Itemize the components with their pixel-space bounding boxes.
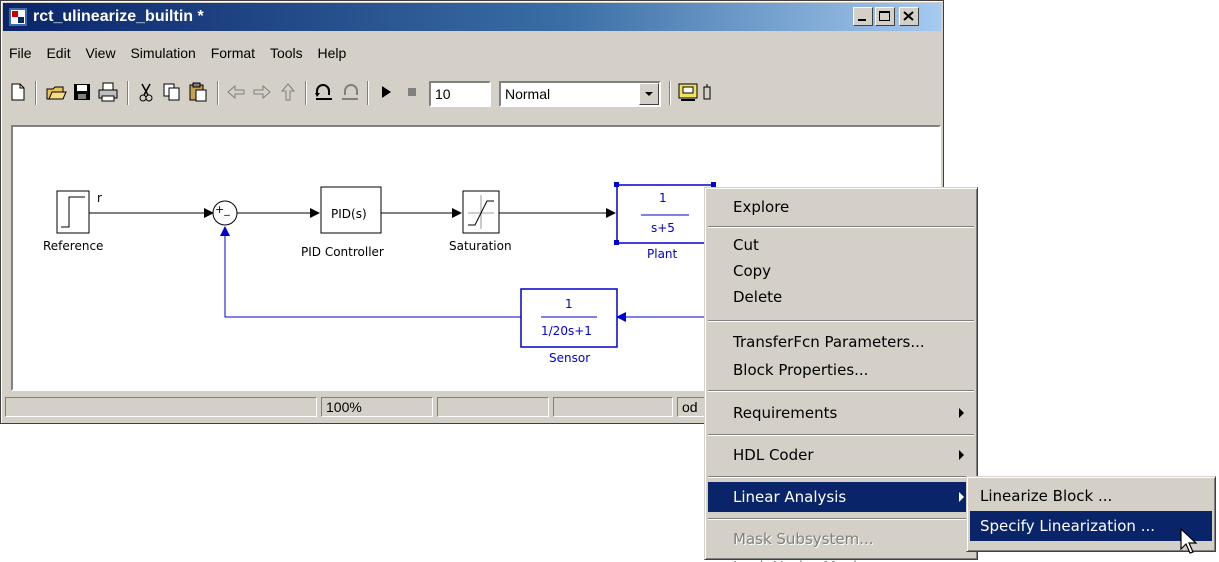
- menu-edit[interactable]: Edit: [46, 45, 70, 61]
- chevron-down-icon[interactable]: [639, 83, 659, 105]
- back-arrow-icon[interactable]: [225, 81, 247, 103]
- status-panel-blank: [553, 397, 673, 417]
- minimize-icon: [858, 19, 866, 21]
- menu-item-block-properties[interactable]: Block Properties...: [708, 356, 974, 384]
- print-icon[interactable]: [97, 81, 119, 103]
- start-simulation-icon[interactable]: [375, 81, 397, 103]
- copy-icon[interactable]: [161, 81, 183, 103]
- sum-signs: +_: [215, 203, 230, 216]
- sensor-label: Sensor: [549, 351, 591, 365]
- menu-item-specify-linearization[interactable]: Specify Linearization ...: [970, 511, 1212, 541]
- saturation-block[interactable]: [462, 190, 500, 234]
- menu-item-look-under-mask[interactable]: Look Under Mask: [708, 552, 974, 562]
- menu-separator: [708, 518, 974, 520]
- paste-icon[interactable]: [187, 81, 209, 103]
- redo-icon[interactable]: [339, 81, 361, 103]
- cut-icon[interactable]: [135, 81, 157, 103]
- close-icon: [903, 11, 914, 21]
- minimize-button[interactable]: [853, 7, 873, 26]
- status-zoom: 100%: [321, 397, 433, 417]
- menu-item-hdl-coder[interactable]: HDL Coder: [708, 440, 974, 470]
- menu-item-cut[interactable]: Cut: [708, 232, 974, 258]
- simulation-mode-value: Normal: [505, 86, 551, 102]
- menu-format[interactable]: Format: [211, 45, 255, 61]
- menu-item-mask-subsystem[interactable]: Mask Subsystem...: [708, 524, 974, 554]
- menu-view[interactable]: View: [85, 45, 115, 61]
- toolbar-separator: [35, 81, 37, 105]
- menu-file[interactable]: File: [9, 45, 32, 61]
- menu-separator: [708, 476, 974, 478]
- menu-item-linearize-block[interactable]: Linearize Block ...: [970, 481, 1212, 511]
- menu-separator: [708, 226, 974, 228]
- sensor-denominator: 1/20s+1: [541, 324, 592, 338]
- reference-label: Reference: [43, 239, 104, 253]
- undo-icon[interactable]: [313, 81, 335, 103]
- library-browser-icon[interactable]: [677, 81, 699, 103]
- linear-analysis-submenu: Linearize Block ... Specify Linearizatio…: [966, 476, 1216, 552]
- saturation-label: Saturation: [449, 239, 512, 253]
- simulink-app-icon: [9, 8, 27, 26]
- title-bar[interactable]: rct_ulinearize_builtin *: [3, 3, 941, 31]
- menu-item-explore[interactable]: Explore: [708, 192, 974, 222]
- stop-simulation-icon[interactable]: [401, 81, 423, 103]
- menu-item-requirements[interactable]: Requirements: [708, 398, 974, 428]
- signal-label-r: r: [97, 191, 102, 205]
- menu-tools[interactable]: Tools: [270, 45, 303, 61]
- plant-numerator: 1: [659, 191, 667, 205]
- up-arrow-icon[interactable]: [277, 81, 299, 103]
- pid-controller-label: PID Controller: [301, 245, 384, 259]
- status-panel-message: [5, 397, 317, 417]
- toolbar: 10 Normal: [5, 77, 937, 111]
- menu-item-linear-analysis[interactable]: Linear Analysis: [708, 482, 974, 512]
- stop-time-input[interactable]: 10: [429, 81, 491, 107]
- submenu-arrow-icon: [959, 408, 964, 418]
- pid-block-text: PID(s): [331, 207, 367, 221]
- submenu-arrow-icon: [959, 450, 964, 460]
- status-panel-time: [437, 397, 549, 417]
- menu-help[interactable]: Help: [318, 45, 347, 61]
- menu-item-linear-analysis-label: Linear Analysis: [733, 488, 847, 506]
- forward-arrow-icon[interactable]: [251, 81, 273, 103]
- save-icon[interactable]: [71, 81, 93, 103]
- menu-item-hdl-coder-label: HDL Coder: [733, 446, 814, 464]
- toolbar-separator: [367, 81, 369, 105]
- open-folder-icon[interactable]: [45, 81, 67, 103]
- menu-bar: File Edit View Simulation Format Tools H…: [5, 45, 353, 67]
- toolbar-separator: [669, 81, 671, 105]
- window-title: rct_ulinearize_builtin *: [33, 8, 204, 25]
- toolbar-separator: [127, 81, 129, 105]
- plant-label: Plant: [647, 247, 678, 261]
- toolbar-separator: [217, 81, 219, 105]
- menu-item-copy[interactable]: Copy: [708, 258, 974, 284]
- maximize-icon: [879, 11, 890, 21]
- model-explorer-icon[interactable]: [701, 81, 715, 103]
- reference-block[interactable]: [56, 190, 90, 234]
- menu-item-delete[interactable]: Delete: [708, 284, 974, 310]
- maximize-button[interactable]: [875, 7, 895, 26]
- mouse-cursor-icon: [1180, 528, 1198, 554]
- submenu-arrow-icon: [959, 492, 964, 502]
- sensor-numerator: 1: [565, 297, 573, 311]
- context-menu: Explore Cut Copy Delete TransferFcn Para…: [704, 187, 978, 562]
- menu-separator: [708, 390, 974, 392]
- menu-item-transferfcn-parameters[interactable]: TransferFcn Parameters...: [708, 328, 974, 356]
- plant-denominator: s+5: [651, 221, 675, 235]
- toolbar-separator: [305, 81, 307, 105]
- new-file-icon[interactable]: [7, 81, 29, 103]
- menu-separator: [708, 434, 974, 436]
- simulation-mode-select[interactable]: Normal: [499, 81, 661, 107]
- menu-item-requirements-label: Requirements: [733, 404, 838, 422]
- menu-separator: [708, 320, 974, 322]
- close-button[interactable]: [899, 7, 919, 26]
- menu-simulation[interactable]: Simulation: [130, 45, 195, 61]
